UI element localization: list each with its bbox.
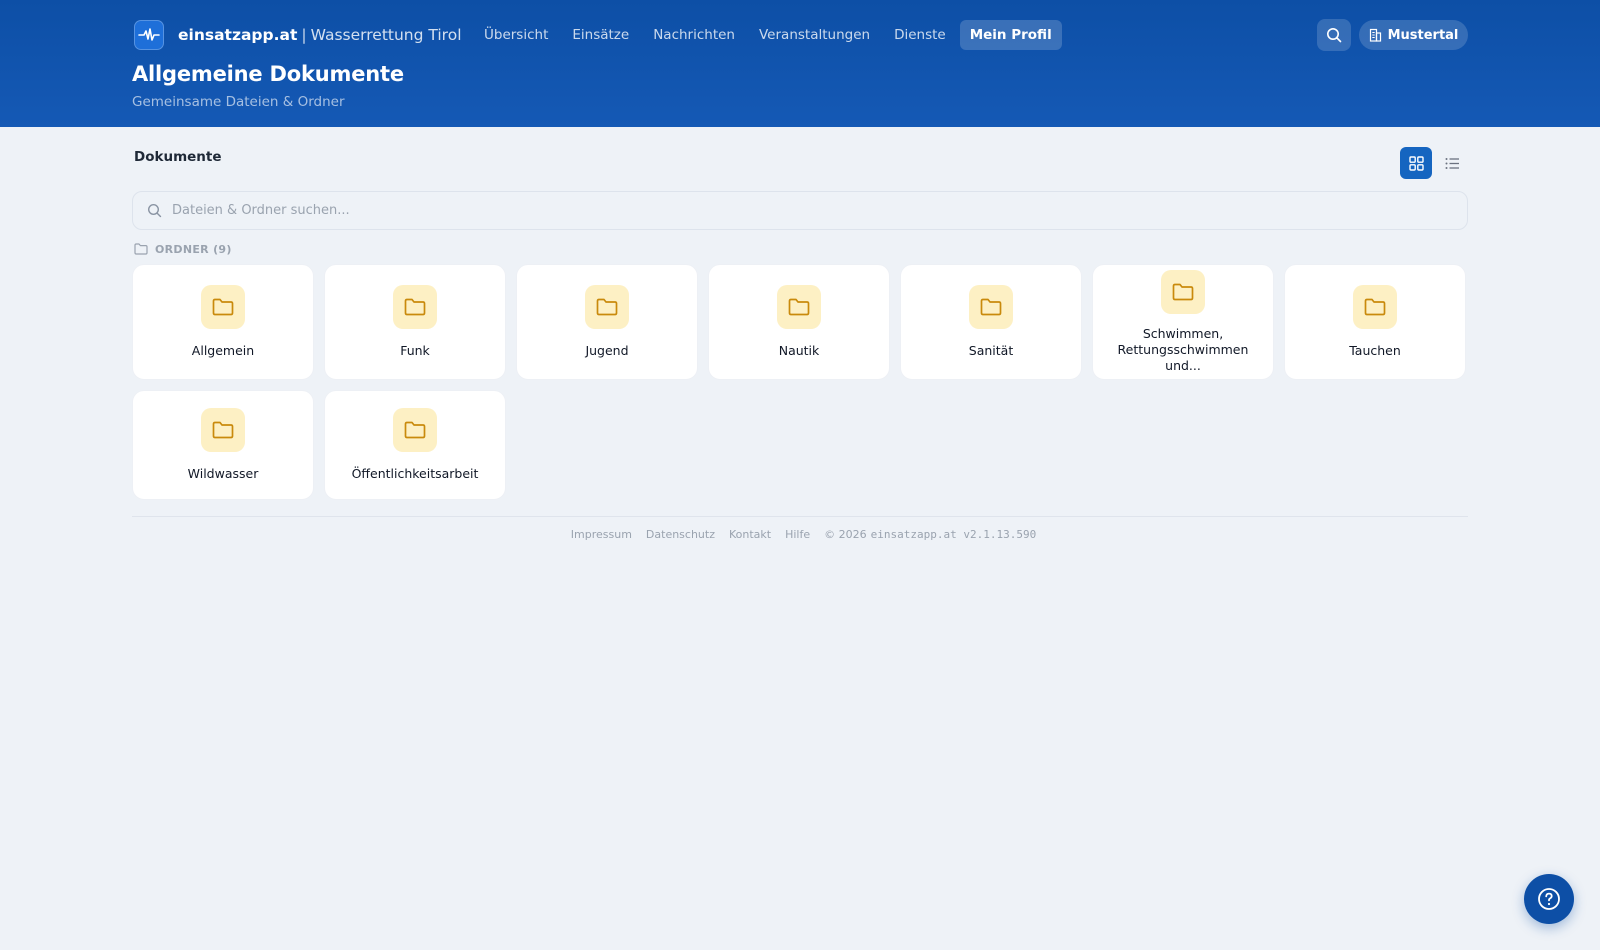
folder-name: Sanität bbox=[968, 343, 1014, 358]
footer-version: einsatzapp.at v2.1.13.590 bbox=[870, 527, 1037, 541]
search-icon bbox=[1327, 28, 1342, 43]
folder-card-nautik[interactable]: Nautik bbox=[708, 264, 890, 380]
folder-icon bbox=[134, 243, 148, 255]
folder-card-oeffentlichkeitsarbeit[interactable]: Öffentlichkeitsarbeit bbox=[324, 390, 506, 500]
brand-organization: Wasserrettung Tirol bbox=[310, 26, 462, 44]
folder-icon bbox=[201, 285, 245, 329]
folder-card-wildwasser[interactable]: Wildwasser bbox=[132, 390, 314, 500]
list-icon bbox=[1445, 157, 1459, 169]
folder-name: Öffentlichkeitsarbeit bbox=[351, 466, 479, 481]
search-input[interactable] bbox=[172, 203, 1452, 218]
footer-divider bbox=[132, 516, 1468, 517]
folder-name: Tauchen bbox=[1349, 343, 1401, 358]
grid-view-button[interactable] bbox=[1400, 147, 1432, 179]
folders-count-label: ORDNER (9) bbox=[155, 242, 232, 256]
folder-name: Nautik bbox=[778, 343, 820, 358]
nav-item-dienste[interactable]: Dienste bbox=[884, 20, 956, 50]
folder-name-line-2: Rettungsschwimmen und... bbox=[1117, 342, 1249, 373]
nav-item-einsaetze[interactable]: Einsätze bbox=[562, 20, 639, 50]
folder-card-sanitaet[interactable]: Sanität bbox=[900, 264, 1082, 380]
search-icon bbox=[147, 203, 162, 218]
folder-icon bbox=[585, 285, 629, 329]
folder-icon bbox=[1161, 270, 1205, 314]
nav-item-veranstaltungen[interactable]: Veranstaltungen bbox=[749, 20, 880, 50]
view-toggle bbox=[1400, 147, 1468, 179]
footer: Impressum Datenschutz Kontakt Hilfe © 20… bbox=[0, 526, 1600, 542]
folder-card-schwimmen[interactable]: Schwimmen, Rettungsschwimmen und... bbox=[1092, 264, 1274, 380]
pulse-icon bbox=[134, 20, 164, 50]
brand[interactable]: einsatzapp.at | Wasserrettung Tirol bbox=[134, 20, 462, 50]
main-nav: Übersicht Einsätze Nachrichten Veranstal… bbox=[474, 20, 1066, 50]
help-icon bbox=[1538, 888, 1560, 910]
nav-item-mein-profil[interactable]: Mein Profil bbox=[959, 20, 1062, 50]
folder-name: Jugend bbox=[585, 343, 629, 358]
footer-link-impressum[interactable]: Impressum bbox=[571, 528, 632, 541]
folder-name: Allgemein bbox=[191, 343, 255, 358]
folder-grid: Allgemein Funk Jugend Nautik Sanität Sch… bbox=[132, 264, 1468, 500]
folder-name-line-1: Schwimmen, bbox=[1142, 326, 1224, 341]
brand-separator: | bbox=[301, 26, 307, 44]
footer-link-kontakt[interactable]: Kontakt bbox=[729, 528, 771, 541]
footer-link-datenschutz[interactable]: Datenschutz bbox=[646, 528, 715, 541]
nav-item-uebersicht[interactable]: Übersicht bbox=[474, 20, 558, 50]
help-button[interactable] bbox=[1524, 874, 1574, 924]
folder-icon bbox=[393, 285, 437, 329]
app-header: einsatzapp.at | Wasserrettung Tirol Über… bbox=[0, 0, 1600, 127]
search-field bbox=[132, 191, 1468, 230]
folder-icon bbox=[777, 285, 821, 329]
folder-card-funk[interactable]: Funk bbox=[324, 264, 506, 380]
folder-card-allgemein[interactable]: Allgemein bbox=[132, 264, 314, 380]
folder-icon bbox=[201, 408, 245, 452]
list-view-button[interactable] bbox=[1436, 147, 1468, 179]
organization-switcher[interactable]: Mustertal bbox=[1359, 20, 1468, 50]
folder-icon bbox=[393, 408, 437, 452]
folder-icon bbox=[969, 285, 1013, 329]
page-title: Allgemeine Dokumente bbox=[132, 62, 404, 86]
nav-item-nachrichten[interactable]: Nachrichten bbox=[643, 20, 745, 50]
folder-name: Schwimmen, Rettungsschwimmen und... bbox=[1102, 326, 1264, 374]
footer-copyright: © 2026 bbox=[824, 527, 867, 541]
page-subtitle: Gemeinsame Dateien & Ordner bbox=[132, 94, 345, 110]
organization-name: Mustertal bbox=[1387, 27, 1459, 43]
grid-icon bbox=[1408, 155, 1424, 171]
folder-name: Wildwasser bbox=[187, 466, 259, 481]
section-label: Dokumente bbox=[134, 149, 222, 165]
folder-card-tauchen[interactable]: Tauchen bbox=[1284, 264, 1466, 380]
brand-name: einsatzapp.at bbox=[178, 26, 298, 44]
folder-card-jugend[interactable]: Jugend bbox=[516, 264, 698, 380]
folder-name: Funk bbox=[400, 343, 430, 358]
folders-heading: ORDNER (9) bbox=[134, 241, 232, 257]
footer-link-hilfe[interactable]: Hilfe bbox=[785, 528, 810, 541]
folder-icon bbox=[1353, 285, 1397, 329]
building-icon bbox=[1369, 28, 1381, 42]
header-search-button[interactable] bbox=[1317, 19, 1351, 51]
